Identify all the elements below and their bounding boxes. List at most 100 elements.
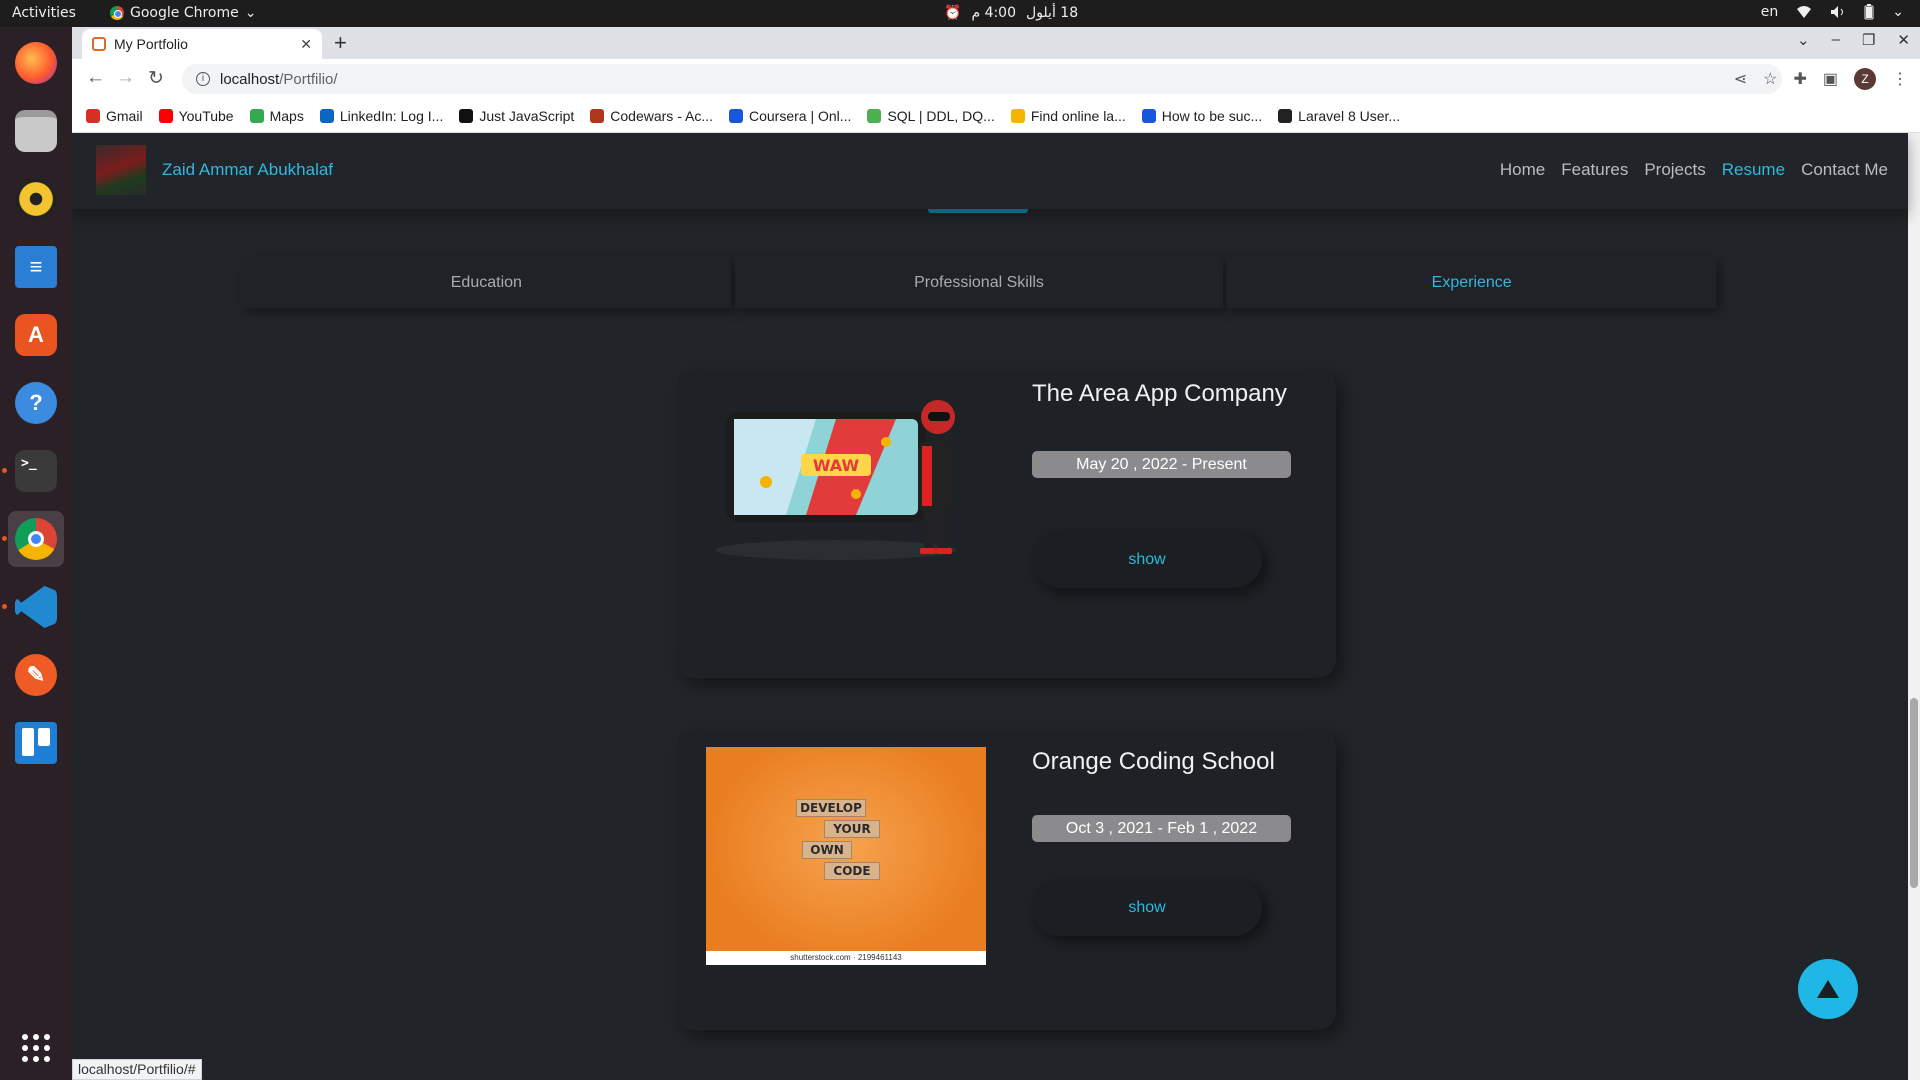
- nav-features[interactable]: Features: [1561, 160, 1628, 180]
- running-indicator: [2, 604, 7, 609]
- bookmark-item[interactable]: Just JavaScript: [459, 108, 574, 124]
- dock-help[interactable]: ?: [8, 375, 64, 431]
- url-path: /Portfilio/: [279, 70, 338, 88]
- resume-tabs: Education Professional Skills Experience: [242, 258, 1720, 310]
- scroll-to-top-button[interactable]: [1798, 959, 1858, 1019]
- dock-chrome[interactable]: [2, 511, 64, 567]
- profile-avatar[interactable]: Z: [1854, 68, 1876, 90]
- clock-date: 18 أيلول: [1026, 5, 1079, 21]
- minimize-button[interactable]: –: [1832, 31, 1840, 49]
- chrome-icon: [15, 518, 57, 560]
- favicon-icon: [92, 37, 106, 51]
- page-scrollbar[interactable]: [1908, 133, 1920, 1080]
- bookmark-favicon-icon: [86, 108, 100, 123]
- bookmark-favicon-icon: [319, 108, 334, 123]
- show-apps-button[interactable]: [8, 1020, 64, 1076]
- tab-strip: My Portfolio ✕ + ⌄ – ❐ ✕: [72, 27, 1920, 59]
- dock-vscode[interactable]: [2, 579, 64, 635]
- company-title: The Area App Company: [1032, 380, 1287, 407]
- document-icon: ≡: [15, 246, 57, 288]
- bookmark-item[interactable]: SQL | DDL, DQ...: [867, 107, 995, 124]
- bookmark-item[interactable]: LinkedIn: Log I...: [319, 108, 443, 124]
- clock[interactable]: 18 أيلول 4:00 م ⏰: [944, 5, 1078, 21]
- brand[interactable]: Zaid Ammar Abukhalaf: [96, 145, 333, 195]
- tab-search-icon[interactable]: ⌄: [1797, 31, 1810, 49]
- forward-button[interactable]: →: [116, 67, 135, 89]
- bookmark-item[interactable]: Laravel 8 User...: [1278, 108, 1400, 124]
- scrollbar-thumb[interactable]: [1910, 698, 1918, 888]
- nav-home[interactable]: Home: [1500, 160, 1545, 180]
- image-credit: shutterstock.com · 2199461143: [706, 951, 986, 965]
- system-tray[interactable]: en ⌄: [1761, 4, 1904, 20]
- dock-rhythmbox[interactable]: [8, 171, 64, 227]
- help-icon: ?: [15, 382, 57, 424]
- wooden-blocks: DEVELOP YOUR OWN CODE: [796, 799, 936, 883]
- share-icon[interactable]: ⋖: [1734, 69, 1747, 89]
- svg-text:WAW: WAW: [813, 456, 860, 475]
- maximize-button[interactable]: ❐: [1862, 31, 1875, 49]
- bookmarks-bar: Gmail YouTube Maps LinkedIn: Log I... Just J…: [72, 99, 1920, 133]
- extensions-icon[interactable]: ✚: [1793, 69, 1806, 89]
- nav-resume[interactable]: Resume: [1722, 160, 1785, 180]
- bookmark-item[interactable]: Codewars - Ac...: [590, 108, 713, 124]
- browser-tab[interactable]: My Portfolio ✕: [82, 29, 322, 59]
- show-button[interactable]: show: [1032, 532, 1262, 588]
- bookmark-favicon-icon: [1278, 108, 1293, 123]
- wifi-icon: [1797, 6, 1812, 18]
- show-button[interactable]: show: [1032, 880, 1262, 936]
- new-tab-button[interactable]: +: [334, 30, 347, 56]
- bookmark-favicon-icon: [249, 108, 264, 123]
- arrow-up-icon: [1817, 980, 1839, 998]
- bookmark-item[interactable]: Find online la...: [1010, 107, 1126, 124]
- link-status-url: localhost/Portfilio/#: [72, 1059, 202, 1080]
- company-title: Orange Coding School: [1032, 748, 1275, 775]
- dock-software[interactable]: A: [8, 307, 64, 363]
- bookmark-item[interactable]: YouTube: [158, 108, 234, 124]
- site-info-icon[interactable]: i: [196, 72, 210, 86]
- bookmark-label: Codewars - Ac...: [610, 107, 713, 124]
- reload-button[interactable]: ↻: [148, 67, 164, 90]
- nav-projects[interactable]: Projects: [1644, 160, 1705, 180]
- section-accent-bar: [928, 209, 1028, 213]
- bookmark-item[interactable]: Gmail: [86, 108, 143, 124]
- back-button[interactable]: ←: [86, 67, 105, 89]
- power-menu-chevron-icon: ⌄: [1892, 4, 1904, 20]
- bookmark-label: Find online la...: [1030, 107, 1126, 124]
- experience-card: WAW The Area App Company May 20 , 2022 -…: [676, 370, 1336, 678]
- menu-kebab-icon[interactable]: ⋮: [1892, 69, 1908, 89]
- activities-button[interactable]: Activities: [12, 5, 76, 21]
- nav-contact[interactable]: Contact Me: [1801, 160, 1888, 180]
- bookmark-favicon-icon: [867, 108, 882, 123]
- bookmark-star-icon[interactable]: ☆: [1763, 69, 1777, 89]
- bookmark-label: SQL | DDL, DQ...: [887, 107, 995, 124]
- dock-postman[interactable]: ✎: [8, 647, 64, 703]
- volume-icon: [1831, 6, 1844, 18]
- dock-writer[interactable]: ≡: [8, 239, 64, 295]
- close-window-button[interactable]: ✕: [1897, 31, 1910, 49]
- page-viewport: Zaid Ammar Abukhalaf Home Features Proje…: [72, 133, 1920, 1080]
- bookmark-favicon-icon: [459, 108, 474, 123]
- bookmark-item[interactable]: Coursera | Onl...: [728, 108, 851, 124]
- bookmark-item[interactable]: How to be suc...: [1141, 108, 1262, 124]
- bookmark-item[interactable]: Maps: [249, 108, 304, 124]
- address-bar[interactable]: i localhost/Portfilio/: [182, 64, 1782, 94]
- battery-icon: [1864, 4, 1874, 20]
- app-menu[interactable]: Google Chrome ⌄: [110, 5, 256, 21]
- block-text: YOUR: [824, 820, 880, 838]
- language-indicator[interactable]: en: [1761, 4, 1779, 20]
- dock-trello[interactable]: [8, 715, 64, 771]
- dock-files[interactable]: [8, 103, 64, 159]
- bookmark-label: Just JavaScript: [479, 107, 575, 124]
- firefox-icon: [15, 42, 57, 84]
- tab-education[interactable]: Education: [242, 258, 731, 308]
- bookmark-favicon-icon: [1141, 108, 1156, 123]
- block-text: CODE: [824, 862, 880, 880]
- close-tab-icon[interactable]: ✕: [300, 36, 312, 53]
- tab-experience[interactable]: Experience: [1227, 258, 1717, 308]
- dock-terminal[interactable]: >_: [2, 443, 64, 499]
- app-store-icon: A: [15, 314, 57, 356]
- date-badge: Oct 3 , 2021 - Feb 1 , 2022: [1032, 815, 1291, 842]
- dock-firefox[interactable]: [8, 35, 64, 91]
- tab-professional-skills[interactable]: Professional Skills: [734, 258, 1224, 308]
- side-panel-icon[interactable]: ▣: [1823, 69, 1838, 89]
